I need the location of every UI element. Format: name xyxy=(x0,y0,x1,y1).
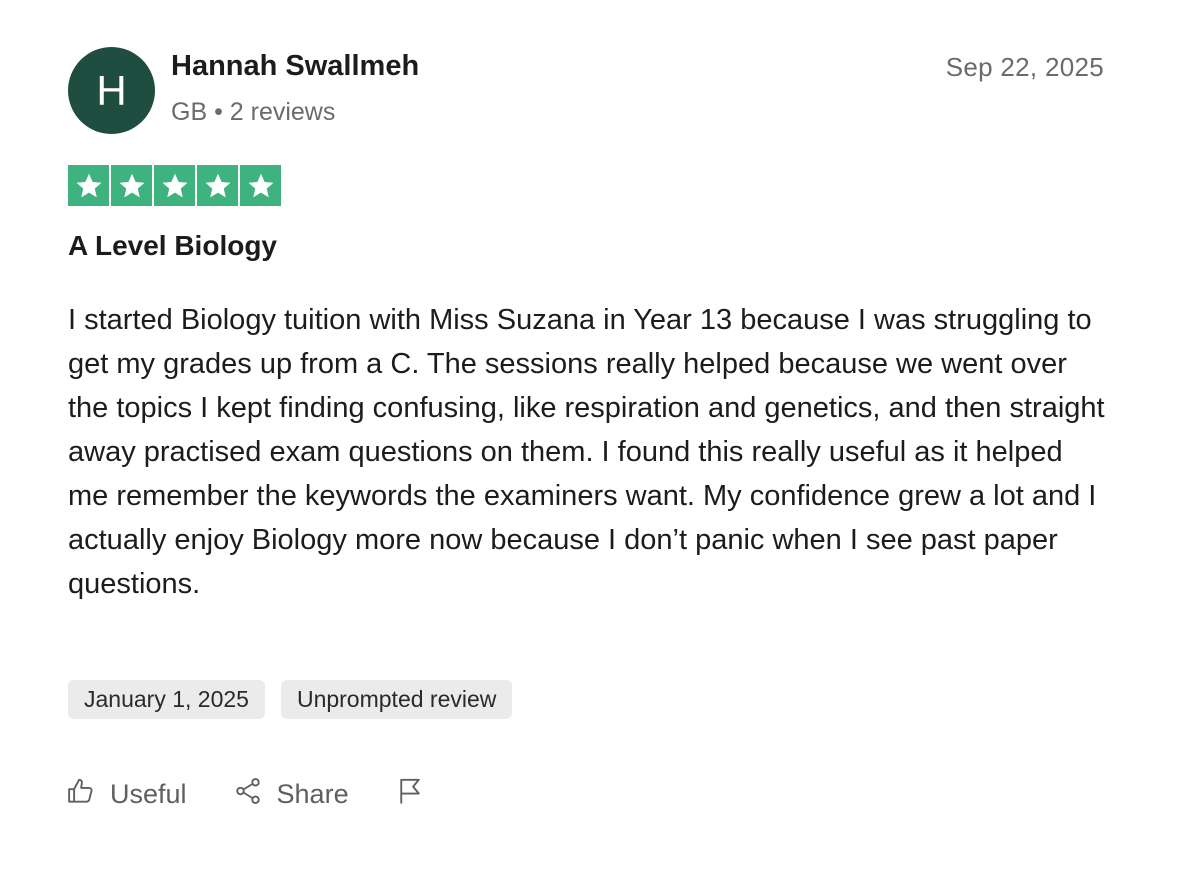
thumbs-up-icon xyxy=(66,776,96,813)
star-rating xyxy=(68,165,281,206)
useful-button[interactable]: Useful xyxy=(66,776,187,813)
share-button[interactable]: Share xyxy=(233,776,349,813)
star-icon xyxy=(240,165,281,206)
flag-icon xyxy=(395,776,425,813)
review-actions: Useful Share xyxy=(66,776,425,813)
experience-date-tag: January 1, 2025 xyxy=(68,680,265,719)
review-date: Sep 22, 2025 xyxy=(945,52,1104,82)
report-button[interactable] xyxy=(395,776,425,813)
avatar-initial: H xyxy=(96,66,127,114)
review-tags: January 1, 2025 Unprompted review xyxy=(68,680,513,719)
review-text: I started Biology tuition with Miss Suza… xyxy=(68,304,1105,600)
share-label: Share xyxy=(276,779,349,809)
reviewer-meta: GB • 2 reviews xyxy=(171,98,336,126)
share-icon xyxy=(233,776,263,813)
review-title: A Level Biology xyxy=(68,230,278,261)
avatar[interactable]: H xyxy=(68,47,155,134)
reviewer-name[interactable]: Hannah Swallmeh xyxy=(171,50,419,83)
review-card: H Hannah Swallmeh GB • 2 reviews Sep 22,… xyxy=(0,0,1200,871)
star-icon xyxy=(68,165,109,206)
star-icon xyxy=(197,165,238,206)
review-type-tag[interactable]: Unprompted review xyxy=(280,680,513,719)
useful-label: Useful xyxy=(110,779,187,809)
star-icon xyxy=(111,165,152,206)
star-icon xyxy=(154,165,195,206)
